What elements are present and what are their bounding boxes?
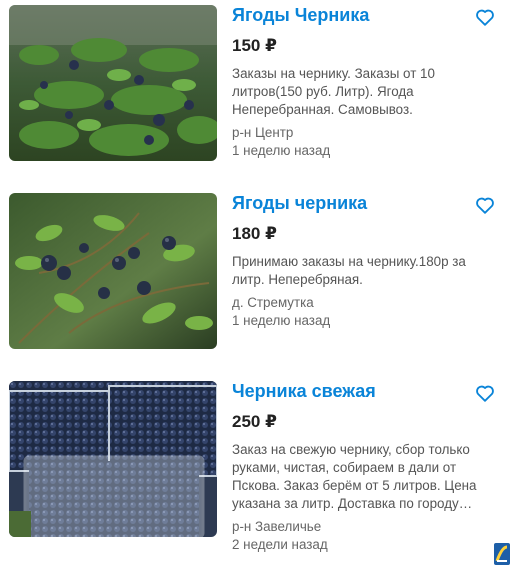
listing-photo[interactable] bbox=[9, 5, 217, 161]
blueberry-bush-photo bbox=[9, 5, 217, 161]
listing-title[interactable]: Черника свежая bbox=[232, 381, 492, 401]
listing-location: д. Стремутка bbox=[232, 295, 314, 310]
heart-outline-icon[interactable] bbox=[474, 194, 496, 216]
heart-outline-icon[interactable] bbox=[474, 382, 496, 404]
listing-title[interactable]: Ягоды Черника bbox=[232, 5, 492, 25]
listing-description: Заказ на свежую чернику, сбор только рук… bbox=[232, 442, 477, 511]
app-logo-icon[interactable] bbox=[494, 543, 510, 565]
listing-photo[interactable] bbox=[9, 193, 217, 349]
listing-photo[interactable] bbox=[9, 381, 217, 537]
listing-price: 150 ₽ bbox=[232, 36, 277, 55]
listing-card[interactable]: Ягоды черника 180 ₽ Принимаю заказы на ч… bbox=[0, 193, 510, 363]
listing-card[interactable]: Ягоды Черника 150 ₽ Заказы на чернику. З… bbox=[0, 5, 510, 175]
blueberry-containers-photo bbox=[9, 381, 217, 537]
listing-location: р-н Завеличье bbox=[232, 519, 322, 534]
listing-description: Заказы на чернику. Заказы от 10 литров(1… bbox=[232, 66, 435, 117]
listing-posted-time: 2 недели назад bbox=[232, 537, 328, 552]
blueberry-branch-photo bbox=[9, 193, 217, 349]
listing-location: р-н Центр bbox=[232, 125, 294, 140]
listing-title[interactable]: Ягоды черника bbox=[232, 193, 492, 213]
listing-price: 250 ₽ bbox=[232, 412, 277, 431]
heart-outline-icon[interactable] bbox=[474, 6, 496, 28]
listing-price: 180 ₽ bbox=[232, 224, 277, 243]
listing-posted-time: 1 неделю назад bbox=[232, 313, 331, 328]
listing-card[interactable]: Черника свежая 250 ₽ Заказ на свежую чер… bbox=[0, 381, 510, 552]
listing-posted-time: 1 неделю назад bbox=[232, 143, 331, 158]
listing-description: Принимаю заказы на чернику.180р за литр.… bbox=[232, 254, 466, 287]
